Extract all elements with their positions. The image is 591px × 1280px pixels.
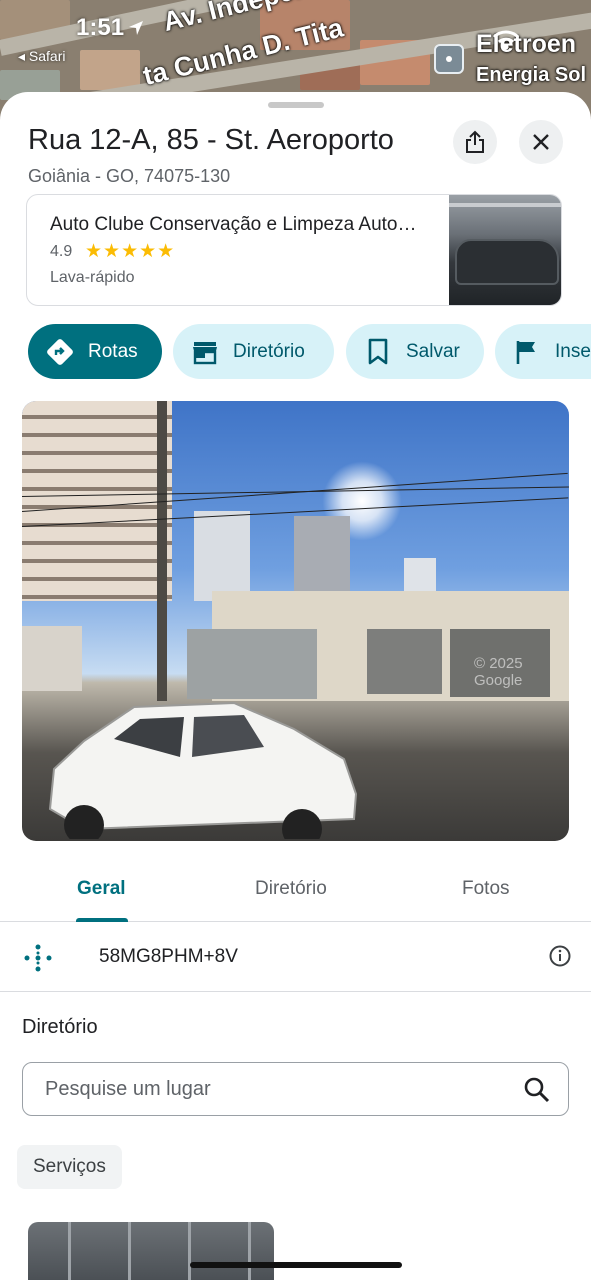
share-icon [466,130,484,153]
street-view-photo[interactable]: © 2025 Google [22,401,569,841]
photo-building [194,511,250,601]
location-arrow-icon [129,21,143,35]
close-icon [533,134,549,150]
filter-chip-services[interactable]: Serviços [17,1145,122,1189]
flag-icon [513,338,541,366]
insert-button[interactable]: Inse [495,324,591,379]
storefront-icon [191,338,219,366]
directory-label: Diretório [233,340,305,362]
photo-rafter [248,1222,251,1280]
business-card[interactable]: Auto Clube Conservação e Limpeza Auto… 4… [26,194,562,306]
business-rating: 4.9 [50,243,73,260]
photo-pole [157,401,167,701]
map-block [80,50,140,90]
photo-beam [449,203,561,207]
plus-code-row[interactable]: 58MG8PHM+8V [0,922,591,992]
photo-rafter [128,1222,131,1280]
plus-code-icon [24,944,52,972]
place-subtitle: Goiânia - GO, 74075-130 [28,166,231,186]
save-label: Salvar [406,340,460,362]
search-icon[interactable] [523,1076,551,1104]
map-business-label: Eletroen [476,30,577,58]
map-business-label: Energia Sol [476,64,587,86]
photo-wall [22,626,82,691]
close-button[interactable] [519,120,563,164]
search-placeholder: Pesquise um lugar [45,1078,211,1100]
place-sheet: Rua 12-A, 85 - St. Aeroporto Goiânia - G… [0,92,591,1280]
rating-stars: ★★★★★ [85,241,176,262]
directory-search-input[interactable]: Pesquise um lugar [22,1062,569,1116]
directory-item-photo[interactable] [28,1222,274,1280]
save-button[interactable]: Salvar [346,324,484,379]
share-button[interactable] [453,120,497,164]
photo-building [22,401,172,601]
directions-icon [46,338,74,366]
directory-button[interactable]: Diretório [173,324,334,379]
home-indicator[interactable] [190,1262,402,1268]
directions-label: Rotas [88,340,138,362]
back-to-safari-link[interactable]: ◂ Safari [18,48,66,65]
tab-geral[interactable]: Geral [77,878,126,900]
plus-code-value: 58MG8PHM+8V [99,946,238,967]
photo-watermark: © 2025 Google [474,655,523,689]
map-place-marker[interactable] [434,44,464,74]
photo-rafter [68,1222,71,1280]
directory-heading: Diretório [22,1016,98,1038]
photo-building [294,516,350,596]
photo-rafter [188,1222,191,1280]
directions-button[interactable]: Rotas [28,324,162,379]
place-title: Rua 12-A, 85 - St. Aeroporto [28,124,394,156]
info-icon[interactable] [548,944,572,968]
sheet-grabber[interactable] [268,102,324,108]
photo-white-car [48,701,358,839]
business-name: Auto Clube Conservação e Limpeza Auto… [50,214,417,235]
status-time: 1:51 [76,14,125,41]
bookmark-icon [364,338,392,366]
tab-fotos[interactable]: Fotos [462,878,510,900]
business-photo[interactable] [449,195,561,305]
tab-diretorio[interactable]: Diretório [255,878,327,900]
place-tabs: Geral Diretório Fotos [0,858,591,922]
photo-gate [187,629,317,699]
photo-gate [367,629,442,694]
business-category: Lava-rápido [50,269,135,286]
wifi-icon [492,30,520,50]
photo-car [455,239,559,285]
action-chips: Rotas Diretório Salvar Inse [0,324,591,380]
insert-label: Inse [555,340,591,362]
